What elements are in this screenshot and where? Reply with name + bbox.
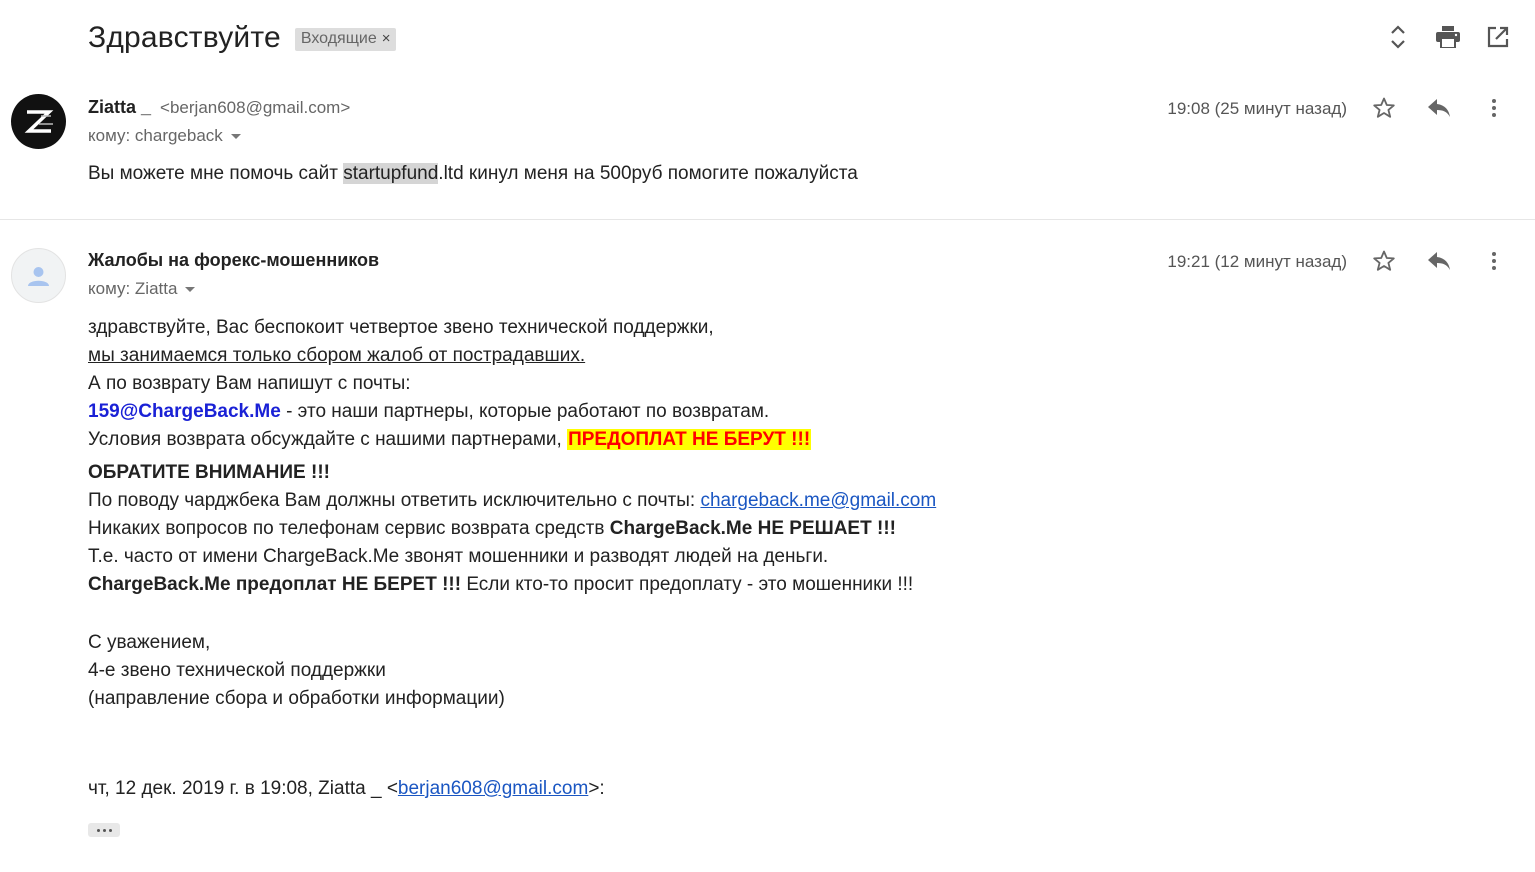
sender-avatar-default[interactable] (11, 248, 66, 303)
body-line: здравствуйте, Вас беспокоит четвертое зв… (88, 317, 714, 338)
body-bold: ChargeBack.Me НЕ РЕШАЕТ !!! (609, 518, 896, 539)
quote-header: чт, 12 дек. 2019 г. в 19:08, Ziatta _ <b… (88, 778, 605, 800)
body-line-underlined: мы занимаемся только сбором жалоб от пос… (88, 345, 586, 366)
quote-prefix: чт, 12 дек. 2019 г. в 19:08, Ziatta _ < (88, 778, 398, 799)
snippet-text-end: .ltd кинул меня на 500руб помогите пожал… (438, 163, 858, 184)
quote-email-link[interactable]: berjan608@gmail.com (398, 778, 588, 799)
expand-collapse-icon[interactable] (1381, 20, 1415, 54)
print-icon[interactable] (1431, 20, 1465, 54)
message-1-actions (1365, 93, 1535, 123)
reply-icon[interactable] (1424, 246, 1454, 276)
recipient-text: кому: Ziatta (88, 279, 178, 298)
body-text: - это наши партнеры, которые работают по… (280, 401, 770, 422)
snippet-text: Вы можете мне помочь сайт (88, 163, 344, 184)
sender-name: Жалобы на форекс-мошенников (88, 250, 380, 270)
signature-line: С уважением, (88, 632, 211, 653)
body-text: Никаких вопросов по телефонам сервис воз… (88, 518, 610, 539)
more-vert-icon[interactable] (1479, 93, 1509, 123)
label-chip-text: Входящие (300, 29, 377, 47)
subject-row: Здравствуйте Входящие × (88, 18, 397, 58)
reply-icon[interactable] (1424, 93, 1454, 123)
dot (96, 828, 100, 832)
body-line: По поводу чарджбека Вам должны ответить … (88, 487, 936, 515)
body-line: ChargeBack.Me предоплат НЕ БЕРЕТ !!! Есл… (88, 571, 936, 599)
remove-label-icon[interactable]: × (382, 30, 391, 47)
message-divider (0, 219, 1535, 220)
signature-line: 4-е звено технической поддержки (88, 660, 386, 681)
quote-suffix: >: (588, 778, 605, 799)
sender-name: Ziatta _ (88, 97, 152, 117)
dot (108, 828, 112, 832)
open-in-new-window-icon[interactable] (1481, 20, 1515, 54)
body-line: Никаких вопросов по телефонам сервис воз… (88, 515, 936, 543)
attention-heading: ОБРАТИТЕ ВНИМАНИЕ !!! (88, 462, 330, 483)
thread-toolbar (1375, 20, 1535, 54)
star-icon[interactable] (1369, 93, 1399, 123)
sender-avatar[interactable] (11, 94, 66, 149)
body-bold: ChargeBack.Me предоплат НЕ БЕРЕТ !!! (88, 574, 462, 595)
body-text: По поводу чарджбека Вам должны ответить … (88, 490, 701, 511)
thread-subject: Здравствуйте (88, 21, 281, 54)
signature-line: (направление сбора и обработки информаци… (88, 688, 505, 709)
body-line: 159@ChargeBack.Me - это наши партнеры, к… (88, 398, 936, 426)
sender-email: <berjan608@gmail.com> (160, 98, 351, 117)
message-1-sender: Ziatta _ <berjan608@gmail.com> (88, 97, 350, 118)
snippet-highlight: startupfund (343, 163, 439, 184)
message-1-time: 19:08 (25 минут назад) (1167, 99, 1347, 118)
body-line: Условия возврата обсуждайте с нашими пар… (88, 426, 936, 454)
show-details-icon[interactable] (185, 286, 196, 292)
star-icon[interactable] (1369, 246, 1399, 276)
message-2-time: 19:21 (12 минут назад) (1167, 252, 1347, 271)
body-text: Условия возврата обсуждайте с нашими пар… (88, 429, 568, 450)
message-2-sender: Жалобы на форекс-мошенников (88, 250, 379, 271)
recipient-text: кому: chargeback (88, 126, 223, 145)
message-2-actions (1365, 246, 1535, 276)
message-1-snippet[interactable]: Вы можете мне помочь сайт startupfund.lt… (88, 163, 858, 185)
prepayment-warning: ПРЕДОПЛАТ НЕ БЕРУТ !!! (567, 429, 812, 450)
message-2-recipient[interactable]: кому: Ziatta (88, 279, 196, 299)
label-chip-inbox[interactable]: Входящие × (294, 27, 397, 51)
show-details-icon[interactable] (230, 133, 241, 139)
body-line: А по возврату Вам напишут с почты: (88, 373, 411, 394)
body-text: Если кто-то просит предоплату - это моше… (461, 574, 914, 595)
chargeback-email-link[interactable]: chargeback.me@gmail.com (700, 490, 936, 511)
partner-email[interactable]: 159@ChargeBack.Me (88, 401, 281, 422)
show-trimmed-content-button[interactable] (88, 823, 120, 837)
body-line: ОБРАТИТЕ ВНИМАНИЕ !!! (88, 459, 936, 487)
message-1-recipient[interactable]: кому: chargeback (88, 126, 241, 146)
dot (102, 828, 106, 832)
body-line: Т.е. часто от имени ChargeBack.Me звонят… (88, 546, 829, 567)
more-vert-icon[interactable] (1479, 246, 1509, 276)
message-2-body: здравствуйте, Вас беспокоит четвертое зв… (88, 314, 936, 713)
